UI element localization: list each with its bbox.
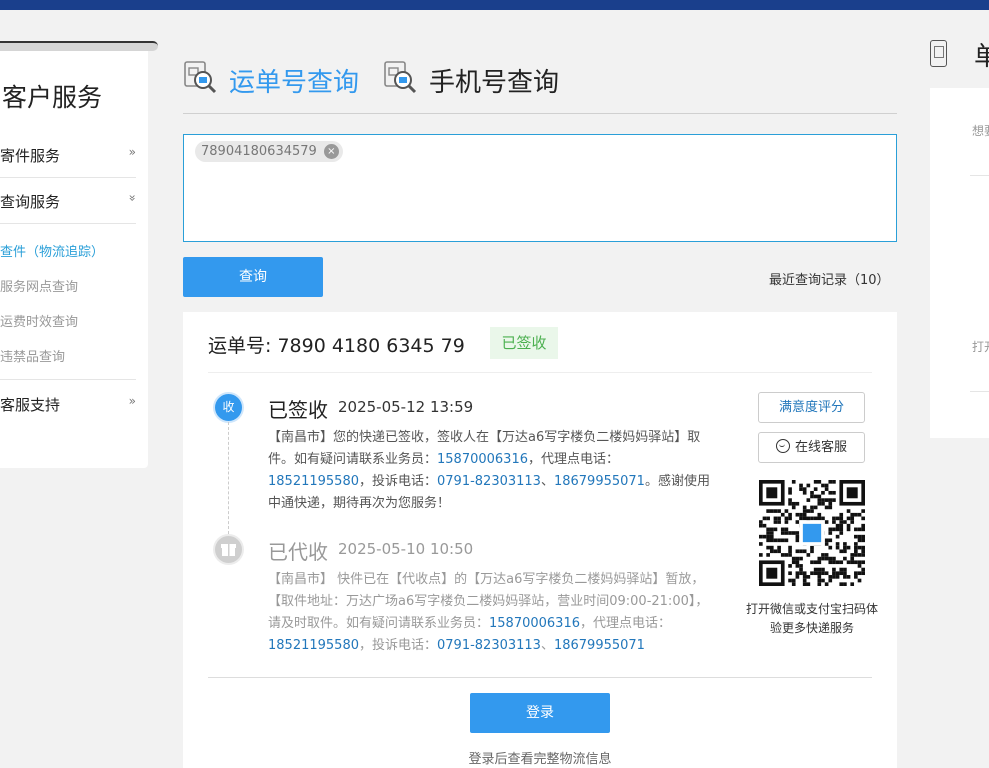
event-text-segment: ，投诉电话： <box>358 474 437 489</box>
waybill-input-box[interactable]: 78904180634579 × <box>183 134 897 242</box>
sidebar-item-label: 寄件服务 <box>0 147 61 165</box>
chat-icon <box>775 439 790 453</box>
right-panel-divider <box>970 175 989 176</box>
right-panel-divider <box>970 391 989 392</box>
sidebar-subitem-prohibited-query[interactable]: 违禁品查询 <box>0 346 65 365</box>
online-service-button[interactable]: 在线客服 <box>758 432 865 463</box>
waybill-chip: 78904180634579 × <box>195 141 343 162</box>
event-text-segment: ，代理点电话： <box>528 452 620 467</box>
sidebar-divider <box>0 379 136 380</box>
event-status: 已签收 <box>268 398 328 422</box>
event-text-segment: 、 <box>540 638 554 653</box>
gift-icon <box>221 544 236 556</box>
timeline-dot-collected <box>215 536 242 563</box>
event-status: 已代收 <box>268 540 328 564</box>
tab-label: 运单号查询 <box>229 68 360 98</box>
event-text-segment: ，投诉电话： <box>358 638 437 653</box>
login-hint: 登录后查看完整物流信息 <box>468 752 612 767</box>
waybill-chip-text: 78904180634579 <box>201 144 317 159</box>
tab-phone-query[interactable]: 手机号查询 <box>383 60 563 98</box>
header-divider <box>183 113 897 114</box>
phone-link[interactable]: 15870006316 <box>437 452 528 467</box>
right-panel-title: 单 <box>974 42 989 72</box>
sidebar: 客户服务 寄件服务 » 查询服务 » 查件（物流追踪） 服务网点查询 运费时效查… <box>0 41 158 468</box>
sidebar-top-edge <box>0 41 158 51</box>
phone-link[interactable]: 0791-82303113 <box>437 474 541 489</box>
phone-link[interactable]: 15870006316 <box>489 616 580 631</box>
sidebar-subitem-tracking[interactable]: 查件（物流追踪） <box>0 241 104 260</box>
timeline-line <box>228 422 229 534</box>
sidebar-subitem-outlet-query[interactable]: 服务网点查询 <box>0 276 78 295</box>
right-panel-text: 想要 <box>972 124 989 138</box>
top-nav-bar <box>0 0 989 10</box>
event-description: 【南昌市】您的快递已签收，签收人在【万达a6写字楼负二楼妈妈驿站】取件。如有疑问… <box>268 427 710 515</box>
chevron-right-icon: » <box>128 394 136 408</box>
event-text-segment: ，代理点电话： <box>580 616 672 631</box>
timeline-dot-received: 收 <box>215 394 242 421</box>
chip-remove-icon[interactable]: × <box>323 144 339 159</box>
phone-link[interactable]: 18521195580 <box>268 474 359 489</box>
phone-link[interactable]: 18521195580 <box>268 638 359 653</box>
magnifier-document-icon <box>384 61 417 94</box>
sidebar-item-support[interactable]: 客服支持 » <box>0 394 136 416</box>
sidebar-divider <box>0 177 136 178</box>
phone-link[interactable]: 18679955071 <box>554 638 645 653</box>
sidebar-item-send-service[interactable]: 寄件服务 » <box>0 145 136 167</box>
sidebar-item-label: 查询服务 <box>0 193 61 211</box>
event-text-segment: 、 <box>540 474 554 489</box>
status-badge: 已签收 <box>490 327 558 359</box>
result-card: 运单号: 7890 4180 6345 79 已签收 收 已签收 2025-05… <box>183 312 897 768</box>
sidebar-item-label: 客服支持 <box>0 396 61 414</box>
online-service-label: 在线客服 <box>794 440 847 455</box>
phone-link[interactable]: 18679955071 <box>554 474 645 489</box>
card-divider <box>208 372 872 373</box>
magnifier-document-icon <box>184 61 217 94</box>
right-panel-text: 打开 <box>972 340 989 354</box>
chevron-down-icon: » <box>125 194 140 202</box>
waybill-number: 运单号: 7890 4180 6345 79 <box>208 335 465 357</box>
login-button[interactable]: 登录 <box>470 693 610 733</box>
card-divider <box>208 677 872 678</box>
phone-link[interactable]: 0791-82303113 <box>437 638 541 653</box>
chevron-right-icon: » <box>128 145 136 159</box>
query-button[interactable]: 查询 <box>183 257 323 297</box>
sidebar-title: 客户服务 <box>2 83 103 112</box>
event-time: 2025-05-10 10:50 <box>338 540 474 558</box>
tab-label: 手机号查询 <box>429 68 560 98</box>
sidebar-divider <box>0 223 136 224</box>
recent-queries-link[interactable]: 最近查询记录（10） <box>769 269 890 288</box>
tab-waybill-query[interactable]: 运单号查询 <box>183 60 363 98</box>
event-time: 2025-05-12 13:59 <box>338 398 474 416</box>
event-description: 【南昌市】 快件已在【代收点】的【万达a6写字楼负二楼妈妈驿站】暂放，【取件地址… <box>268 569 710 657</box>
sidebar-item-query-service[interactable]: 查询服务 » <box>0 191 140 213</box>
right-panel <box>930 88 989 438</box>
rate-button[interactable]: 满意度评分 <box>758 392 865 423</box>
sidebar-subitem-fee-query[interactable]: 运费时效查询 <box>0 311 78 330</box>
qr-caption: 打开微信或支付宝扫码体验更多快递服务 <box>745 602 878 635</box>
phone-icon <box>930 40 947 67</box>
qr-code-icon <box>759 480 865 586</box>
